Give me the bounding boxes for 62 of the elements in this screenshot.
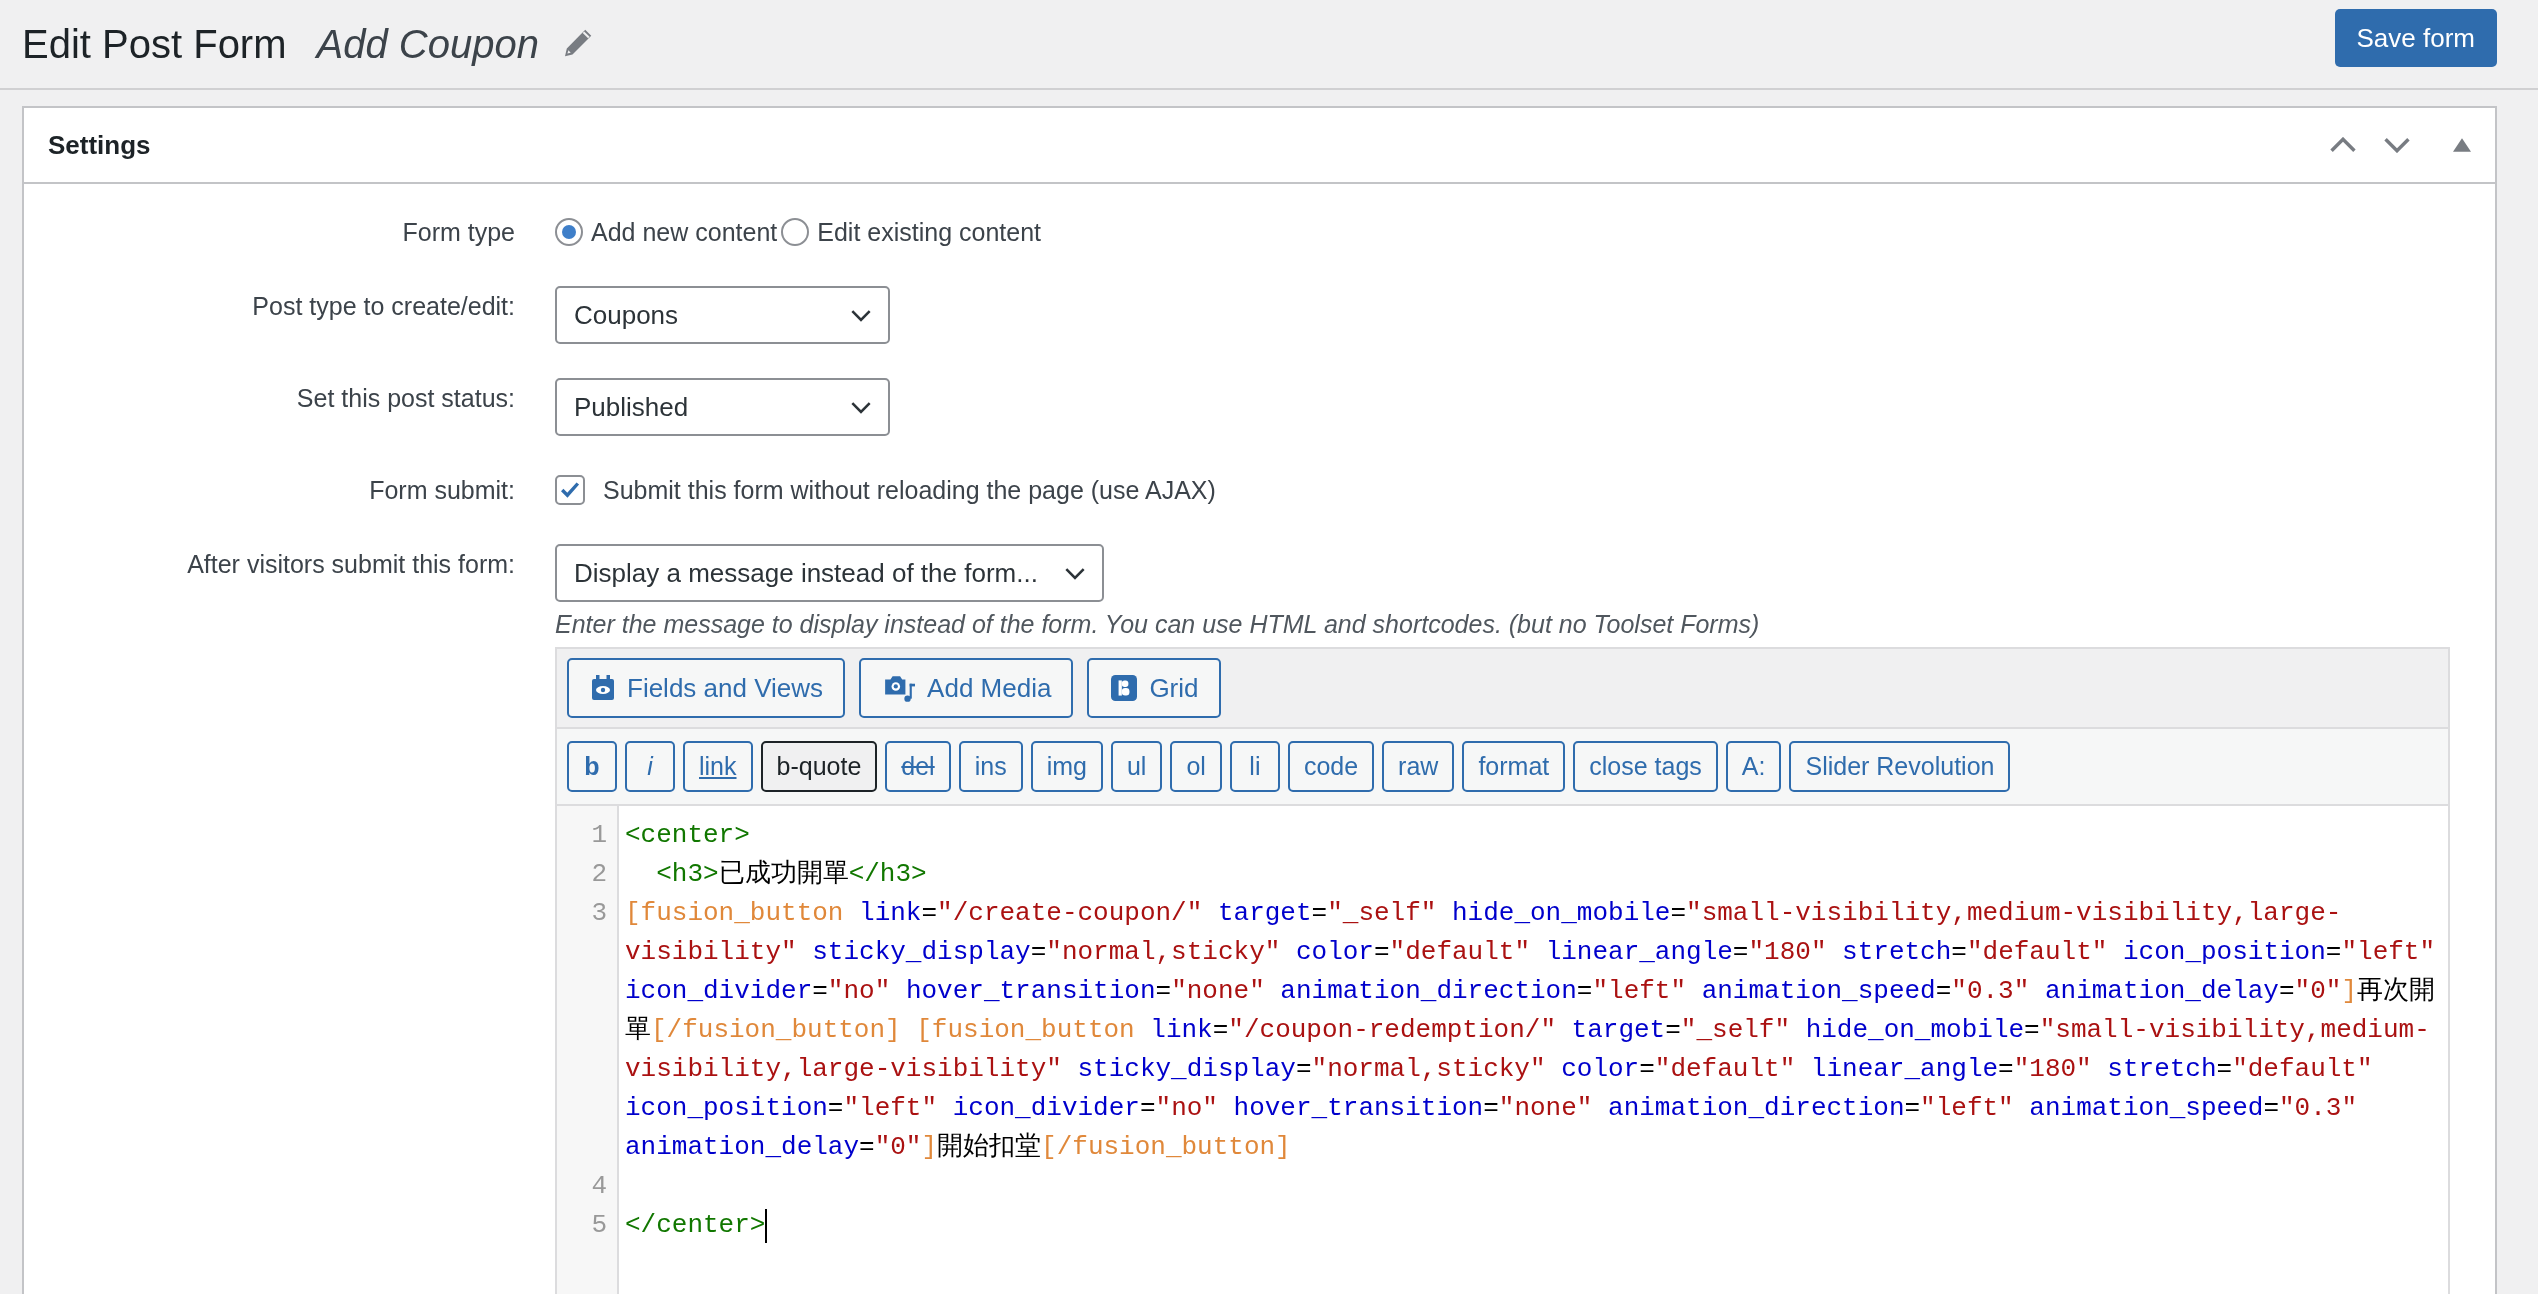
- quicktag-button[interactable]: code: [1287, 741, 1375, 792]
- line-number: 4: [591, 1171, 607, 1201]
- radio-label[interactable]: Add new content: [591, 217, 778, 247]
- checkbox-label[interactable]: Submit this form without reloading the page (use AJAX): [603, 475, 1216, 505]
- line-number: 2: [591, 859, 607, 889]
- code-line: </center>: [625, 1209, 766, 1242]
- quicktag-button[interactable]: Slider Revolution: [1789, 741, 2011, 792]
- select-field[interactable]: Published: [555, 378, 890, 436]
- quicktag-button[interactable]: close tags: [1573, 741, 1718, 792]
- quicktag-button[interactable]: A:: [1725, 741, 1782, 792]
- toolbar-button[interactable]: Grid: [1087, 658, 1221, 718]
- radio-label[interactable]: Edit existing content: [817, 217, 1041, 247]
- field-label: Form submit:: [368, 475, 515, 506]
- form-name: Add Coupon: [316, 21, 539, 67]
- toolbar-button[interactable]: Add Media: [859, 658, 1074, 718]
- code-line: animation_delay="0"]開始扣堂[/fusion_button]: [625, 1131, 1291, 1164]
- radio-button[interactable]: [555, 218, 583, 246]
- quicktag-button[interactable]: b: [567, 741, 617, 792]
- panel-title: Settings: [48, 129, 151, 161]
- quicktag-button[interactable]: raw: [1382, 741, 1455, 792]
- line-number: 1: [591, 820, 607, 850]
- calendar-eye-icon: [591, 674, 615, 702]
- line-number: 5: [591, 1210, 607, 1240]
- quicktag-button[interactable]: i: [625, 741, 675, 792]
- field-label: Set this post status:: [295, 383, 515, 414]
- line-number: 3: [591, 898, 607, 928]
- code-line: icon_position="left" icon_divider="no" hover_transition="none" animation_direction="left" animation_speed="0.3": [625, 1092, 2357, 1125]
- grid-block-icon: [1111, 675, 1138, 701]
- field-label: After visitors submit this form:: [186, 549, 515, 580]
- code-line: <h3>已成功開單</h3>: [655, 858, 927, 891]
- quicktag-button[interactable]: ins: [958, 741, 1023, 792]
- quicktag-button[interactable]: ul: [1110, 741, 1163, 792]
- checkbox[interactable]: [555, 475, 585, 505]
- camera-music-icon: [883, 673, 916, 703]
- code-line: visibility" sticky_display="normal,sticky" color="default" linear_angle="180" stretch="default" icon_position="left": [625, 936, 2436, 969]
- hint-text: Enter the message to display instead of the form. You can use HTML and shortcodes. (but no Toolset Forms): [555, 610, 1761, 639]
- code-line: <center>: [625, 819, 750, 852]
- chevron-down-icon: [1063, 566, 1086, 580]
- select-field[interactable]: Display a message instead of the form...: [555, 544, 1104, 602]
- field-label: Post type to create/edit:: [251, 291, 515, 322]
- quicktag-button[interactable]: link: [683, 741, 753, 792]
- page-title: Edit Post Form: [22, 21, 287, 67]
- save-button[interactable]: Save form: [2334, 9, 2497, 67]
- select-field[interactable]: Coupons: [555, 286, 890, 344]
- quicktag-button[interactable]: del: [885, 741, 951, 792]
- code-line: icon_divider="no" hover_transition="none" animation_direction="left" animation_speed="0.3" animation_delay="0"]再次開: [625, 975, 2435, 1008]
- quicktag-button[interactable]: ol: [1170, 741, 1222, 792]
- code-line: [fusion_button link="/create-coupon/" target="_self" hide_on_mobile="small-visibility,medium-visibility,large-: [625, 897, 2342, 930]
- quicktag-button[interactable]: b-quote: [760, 741, 878, 792]
- code-line: 單[/fusion_button] [fusion_button link="/coupon-redemption/" target="_self" hide_on_mobile="small-visibility,medium-: [625, 1014, 2430, 1047]
- chevron-down-icon: [850, 308, 872, 322]
- quicktag-button[interactable]: img: [1030, 741, 1103, 792]
- chevron-down-icon: [850, 400, 872, 414]
- chevron-up-icon[interactable]: [2329, 137, 2357, 153]
- radio-button[interactable]: [781, 218, 810, 246]
- toolbar-button[interactable]: Fields and Views: [567, 658, 846, 718]
- chevron-down-icon[interactable]: [2383, 137, 2411, 153]
- triangle-icon[interactable]: [2453, 138, 2471, 152]
- code-line: visibility,large-visibility" sticky_display="normal,sticky" color="default" linear_angle="180" stretch="default": [625, 1053, 2373, 1086]
- quicktag-button[interactable]: li: [1229, 741, 1280, 792]
- field-label: Form type: [401, 217, 515, 248]
- quicktag-button[interactable]: format: [1462, 741, 1566, 792]
